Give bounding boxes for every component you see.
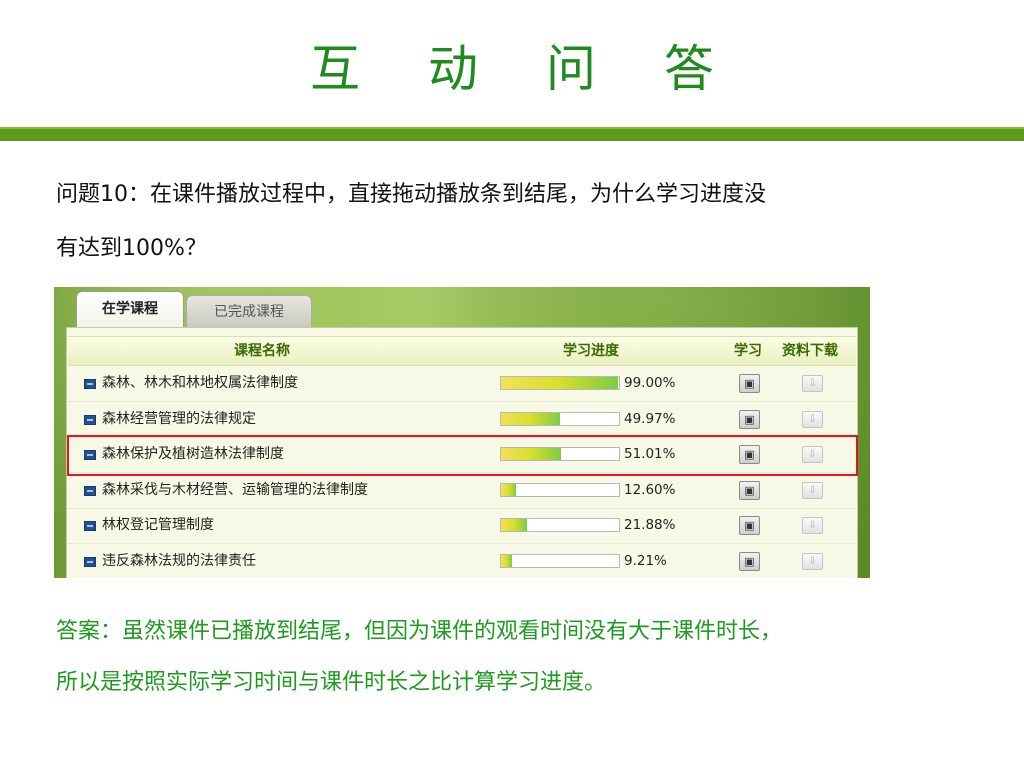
header-course-name: 课程名称 — [234, 343, 290, 359]
progress-fill — [501, 412, 560, 425]
progress-fill — [501, 377, 618, 389]
progress-fill — [501, 448, 562, 460]
course-book-icon — [84, 414, 96, 425]
tab-completed[interactable]: 已完成课程 — [186, 295, 312, 328]
progress-bar — [500, 518, 620, 532]
answer-line-1: 答案：虽然课件已播放到结尾，但因为课件的观看时间没有大于课件时长， — [56, 619, 783, 644]
course-name-link[interactable]: 林权登记管理制度 — [102, 508, 214, 543]
table-row: 森林保护及植树造林法律制度 51.01% ▣ ⇩ — [68, 437, 856, 473]
progress-percent: 9.21% — [624, 552, 667, 569]
progress-percent: 12.60% — [624, 481, 676, 498]
course-name-link[interactable]: 森林、林木和林地权属法律制度 — [102, 366, 298, 401]
progress-bar — [500, 447, 620, 461]
course-book-icon — [84, 556, 96, 567]
table-row: 林权登记管理制度 21.88% ▣ ⇩ — [68, 508, 856, 544]
progress-fill — [501, 483, 516, 496]
course-name-link[interactable]: 森林保护及植树造林法律制度 — [102, 437, 284, 472]
course-table: 课程名称 学习进度 学习 资料下载 森林、林木和林地权属法律制度 99.00% ▣ ⇩… — [66, 327, 858, 578]
download-arrow-icon[interactable]: ⇩ — [802, 375, 823, 392]
course-name-link[interactable]: 违反森林法规的法律责任 — [102, 544, 256, 579]
progress-percent: 49.97% — [624, 410, 676, 427]
table-row: 违反森林法规的法律责任 9.21% ▣ ⇩ — [68, 544, 856, 579]
table-header: 课程名称 学习进度 学习 资料下载 — [68, 336, 856, 366]
question-line-2: 有达到100%？ — [56, 236, 207, 261]
progress-percent: 21.88% — [624, 517, 676, 533]
download-arrow-icon[interactable]: ⇩ — [802, 552, 823, 570]
course-book-icon — [84, 485, 96, 496]
download-arrow-icon[interactable]: ⇩ — [802, 517, 823, 534]
question-text: 问题10：在课件播放过程中，直接拖动播放条到结尾，为什么学习进度没 有达到100… — [56, 168, 986, 276]
course-book-icon — [84, 450, 96, 460]
header-progress: 学习进度 — [563, 343, 619, 359]
course-book-icon — [84, 379, 96, 389]
course-name-link[interactable]: 森林采伐与木材经营、运输管理的法律制度 — [102, 473, 368, 508]
tab-studying[interactable]: 在学课程 — [76, 291, 184, 329]
header-study: 学习 — [734, 343, 762, 359]
course-book-icon — [84, 521, 96, 531]
progress-bar — [500, 411, 620, 426]
tv-icon[interactable]: ▣ — [739, 374, 760, 393]
tv-icon[interactable]: ▣ — [739, 551, 760, 571]
table-row: 森林经营管理的法律规定 49.97% ▣ ⇩ — [68, 402, 856, 438]
progress-fill — [501, 519, 527, 531]
header-download: 资料下载 — [782, 343, 838, 359]
question-line-1: 问题10：在课件播放过程中，直接拖动播放条到结尾，为什么学习进度没 — [56, 182, 766, 207]
table-row: 森林采伐与木材经营、运输管理的法律制度 12.60% ▣ ⇩ — [68, 473, 856, 509]
title-divider — [0, 127, 1024, 141]
progress-bar — [500, 482, 620, 497]
course-name-link[interactable]: 森林经营管理的法律规定 — [102, 402, 256, 437]
tv-icon[interactable]: ▣ — [739, 445, 760, 464]
progress-bar — [500, 553, 620, 568]
progress-percent: 99.00% — [624, 375, 676, 391]
progress-percent: 51.01% — [624, 446, 676, 462]
answer-line-2: 所以是按照实际学习时间与课件时长之比计算学习进度。 — [56, 670, 607, 695]
progress-fill — [501, 554, 512, 567]
tv-icon[interactable]: ▣ — [739, 516, 760, 535]
download-arrow-icon[interactable]: ⇩ — [802, 446, 823, 463]
answer-text: 答案：虽然课件已播放到结尾，但因为课件的观看时间没有大于课件时长， 所以是按照实… — [56, 606, 996, 708]
download-arrow-icon[interactable]: ⇩ — [802, 481, 823, 499]
download-arrow-icon[interactable]: ⇩ — [802, 410, 823, 428]
slide-title: 互 动 问 答 — [310, 40, 740, 98]
progress-bar — [500, 376, 620, 390]
course-list-screenshot: 在学课程 已完成课程 课程名称 学习进度 学习 资料下载 森林、林木和林地权属法… — [54, 287, 870, 578]
tv-icon[interactable]: ▣ — [739, 480, 760, 500]
table-row: 森林、林木和林地权属法律制度 99.00% ▣ ⇩ — [68, 366, 856, 402]
tv-icon[interactable]: ▣ — [739, 409, 760, 429]
